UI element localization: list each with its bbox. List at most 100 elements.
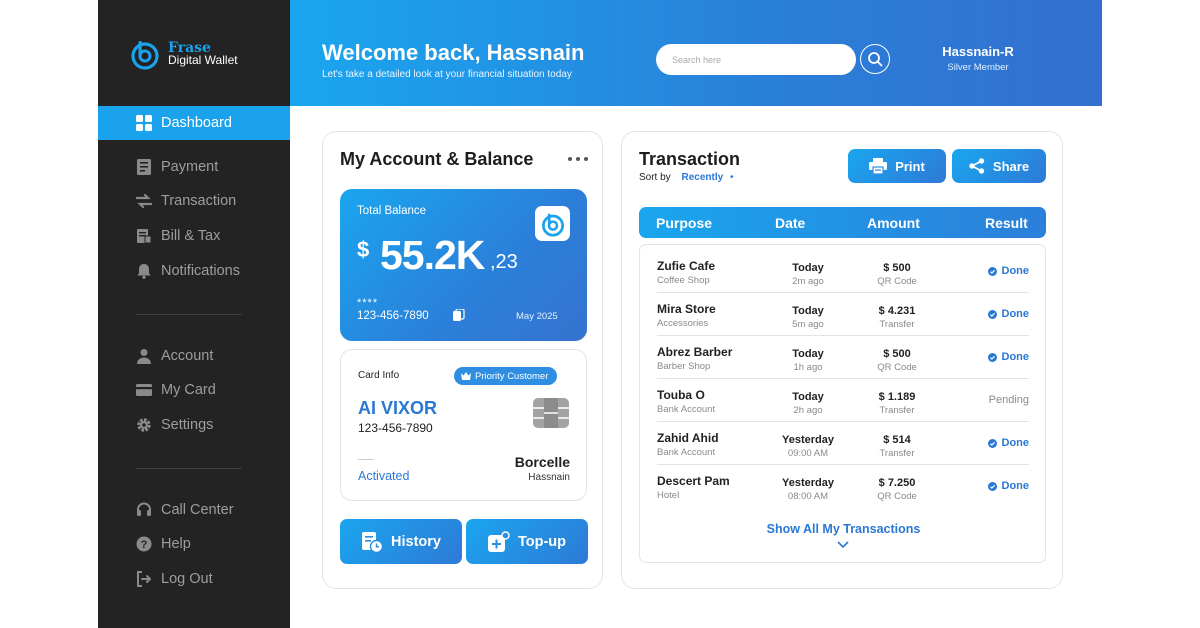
welcome-title: Welcome back, Hassnain (322, 40, 585, 65)
headset-icon (137, 502, 151, 516)
search-button[interactable] (860, 44, 890, 74)
row-result: Done (1001, 351, 1030, 363)
sort-dropdown-indicator[interactable]: • (730, 172, 734, 183)
row-method: Transfer (879, 319, 915, 330)
help-icon: ? (136, 536, 152, 552)
gear-icon (137, 418, 151, 432)
user-icon (137, 349, 151, 364)
transaction-panel-title: Transaction (639, 149, 741, 169)
table-row[interactable]: Zufie Cafe Coffee Shop Today 2m ago $ 50… (657, 250, 1029, 293)
table-row[interactable]: Touba O Bank Account Today 2h ago $ 1.18… (657, 379, 1029, 422)
sidebar-item-payment[interactable]: Payment (98, 150, 290, 184)
search-icon (868, 52, 883, 67)
table-row[interactable]: Mira Store Accessories Today 5m ago $ 4.… (657, 293, 1029, 336)
sidebar-item-bill-tax[interactable]: Bill & Tax (98, 219, 290, 253)
column-header-amount[interactable]: Amount (867, 215, 920, 231)
sidebar-item-log-out[interactable]: Log Out (98, 562, 290, 596)
status-badge: Done (987, 480, 1030, 492)
masked-digits: **** (357, 297, 379, 309)
add-icon (487, 530, 510, 552)
user-name[interactable]: Hassnain-R (926, 44, 1030, 59)
card-holder: AI VIXOR (358, 398, 438, 418)
sidebar-item-account[interactable]: Account (98, 339, 290, 373)
sidebar-item-help[interactable]: ? Help (98, 527, 290, 561)
column-header-result[interactable]: Result (985, 215, 1028, 231)
table-row[interactable]: Zahid Ahid Bank Account Yesterday 09:00 … (657, 422, 1029, 465)
check-badge-icon (987, 481, 997, 491)
transaction-list: Zufie Cafe Coffee Shop Today 2m ago $ 50… (639, 244, 1046, 563)
sidebar-item-settings[interactable]: Settings (98, 408, 290, 442)
share-icon (969, 158, 985, 174)
sidebar: Frase Digital Wallet Dashboard Payment T… (98, 0, 290, 628)
check-badge-icon (987, 438, 997, 448)
row-result: Done (1001, 437, 1030, 449)
sidebar-item-my-card[interactable]: My Card (98, 373, 290, 407)
row-result: Pending (988, 394, 1029, 406)
copy-icon[interactable] (453, 309, 465, 321)
payment-icon (137, 159, 151, 175)
crown-icon (461, 372, 471, 380)
status-badge: Done (987, 437, 1030, 449)
share-button[interactable]: Share (952, 149, 1046, 183)
logo-icon (131, 41, 159, 70)
bank-name: Borcelle (514, 454, 570, 470)
transaction-panel: Transaction Sort by Recently • Print Sha… (621, 131, 1063, 589)
history-icon (362, 531, 384, 553)
balance-currency: $ (357, 237, 370, 262)
more-options-button[interactable] (568, 152, 588, 166)
sidebar-item-label: Help (161, 536, 191, 552)
row-amount: $ 514 (883, 434, 911, 446)
sidebar-item-call-center[interactable]: Call Center (98, 493, 290, 527)
balance-cents: ,23 (490, 251, 518, 273)
sidebar-divider (136, 314, 242, 315)
column-header-date[interactable]: Date (775, 215, 805, 231)
sidebar-item-label: Dashboard (161, 115, 232, 131)
bank-holder: Hassnain (528, 472, 570, 483)
status-badge: Done (987, 308, 1030, 320)
purpose-name: Mira Store (657, 302, 716, 316)
sidebar-item-transaction[interactable]: Transaction (98, 184, 290, 218)
check-badge-icon (987, 352, 997, 362)
purpose-category: Accessories (657, 318, 709, 329)
welcome-subtitle: Let's take a detailed look at your finan… (322, 69, 572, 80)
card-info: Card Info Priority Customer AI VIXOR 123… (340, 349, 587, 501)
top-up-button[interactable]: Top-up (466, 519, 588, 564)
balance-card-logo (535, 206, 570, 241)
card-number: 123-456-7890 (358, 421, 433, 435)
purpose-name: Descert Pam (657, 474, 730, 488)
divider (358, 459, 374, 460)
status-badge: Done (987, 265, 1029, 277)
row-result: Done (1001, 480, 1030, 492)
row-result: Done (1001, 308, 1030, 320)
row-method: QR Code (877, 362, 917, 373)
history-button[interactable]: History (340, 519, 462, 564)
row-amount: $ 1.189 (878, 391, 916, 403)
table-row[interactable]: Descert Pam Hotel Yesterday 08:00 AM $ 7… (657, 465, 1029, 508)
account-panel-title: My Account & Balance (340, 149, 534, 169)
row-amount: $ 7.250 (878, 477, 916, 489)
show-all-transactions-link[interactable]: Show All My Transactions (640, 522, 1047, 536)
sidebar-item-label: Notifications (161, 263, 240, 279)
dashboard-icon (136, 115, 152, 131)
sort-value[interactable]: Recently (681, 172, 723, 183)
search-input[interactable] (656, 44, 856, 75)
table-row[interactable]: Abrez Barber Barber Shop Today 1h ago $ … (657, 336, 1029, 379)
svg-text:?: ? (141, 539, 148, 551)
print-button[interactable]: Print (848, 149, 946, 183)
sidebar-item-notifications[interactable]: Notifications (98, 254, 290, 288)
balance-date: May 2025 (516, 311, 558, 322)
top-up-button-label: Top-up (517, 533, 567, 550)
user-membership: Silver Member (947, 62, 1009, 73)
sidebar-item-label: Log Out (161, 571, 213, 587)
balance-card: Total Balance $ 55.2K ,23 **** 123-456-7… (340, 189, 587, 341)
sidebar-item-dashboard[interactable]: Dashboard (98, 106, 290, 140)
sidebar-item-label: Settings (161, 417, 214, 433)
print-button-label: Print (895, 158, 925, 174)
balance-amount: 55.2K (380, 232, 485, 278)
bill-icon (137, 229, 152, 244)
sort-control[interactable]: Sort by Recently • (639, 172, 733, 183)
card-info-label: Card Info (358, 370, 400, 381)
chevron-down-icon[interactable] (837, 541, 849, 549)
column-header-purpose[interactable]: Purpose (656, 215, 712, 231)
sidebar-item-label: Account (161, 348, 214, 364)
